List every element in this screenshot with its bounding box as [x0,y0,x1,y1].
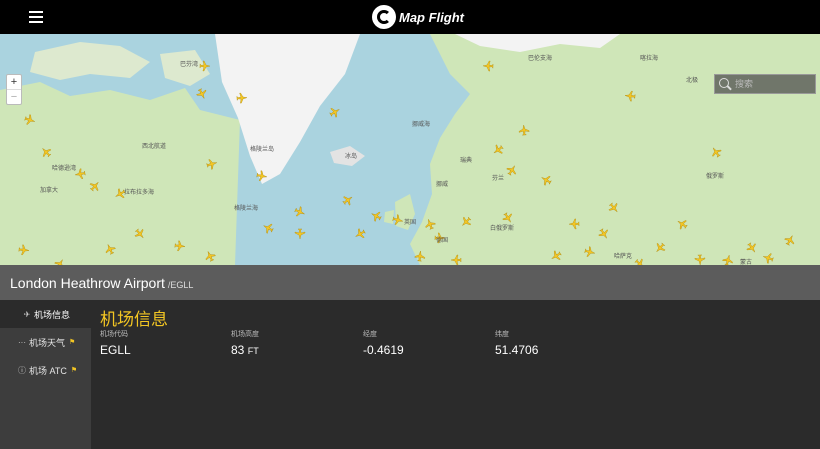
field-label: 纬度 [495,331,509,338]
app-title: Map Flight [399,9,464,25]
map-search-box[interactable] [714,74,816,94]
search-input[interactable] [733,76,811,92]
aircraft-marker-icon[interactable] [195,87,208,100]
flight-map[interactable]: 巴芬湾 格陵兰岛 冰岛 挪威海 格陵兰海 西北航道 加拿大 哈德逊湾 拉布拉多海… [0,34,820,265]
plane-icon: ✈ [23,309,31,319]
search-icon[interactable] [717,76,733,92]
field-label: 机场代码 [100,331,128,338]
field-latitude: 纬度 51.4706 [495,329,538,357]
section-title: 机场信息 [100,310,168,329]
map-label: 英国 [404,218,416,226]
field-value: 83 FT [231,343,259,357]
field-elevation: 机场高度 83 FT [231,329,259,357]
airport-code: EGLL [170,280,194,290]
aircraft-marker-icon[interactable] [353,227,367,241]
app-logo[interactable]: Map Flight [372,4,464,30]
map-label: 巴伦支海 [528,54,552,62]
field-label: 经度 [363,331,377,338]
logo-mark-icon [372,5,396,29]
aircraft-marker-icon[interactable] [328,105,342,119]
map-label: 冰岛 [345,152,357,160]
field-value: -0.4619 [363,343,404,357]
sidebar-item-label: 机场天气 [29,337,66,348]
map-label: 哈萨克 [614,252,632,260]
field-value: 51.4706 [495,343,539,357]
sidebar-item-airport-weather[interactable]: ··· 机场天气 ⚑ [0,328,91,356]
map-label: 德国 [436,236,448,244]
sidebar-item-label: 机场信息 [34,309,71,320]
zoom-in-button[interactable]: + [7,75,21,89]
field-airport-code: 机场代码 EGLL [100,329,131,357]
field-value: EGLL [100,343,131,357]
map-label: 挪威海 [412,120,430,128]
map-label: 白俄罗斯 [490,224,514,232]
sidebar-item-airport-atc[interactable]: ⓘ 机场 ATC ⚑ [0,356,91,384]
aircraft-marker-icon[interactable] [261,221,275,235]
map-label: 北极 [686,76,698,84]
airport-name: London Heathrow Airport/EGLL [10,275,193,291]
land-masses [0,34,820,265]
map-label: 西北航道 [142,142,166,150]
zoom-out-button[interactable]: − [7,89,21,104]
map-canvas: 巴芬湾 格陵兰岛 冰岛 挪威海 格陵兰海 西北航道 加拿大 哈德逊湾 拉布拉多海… [0,34,820,265]
sidebar-item-airport-info[interactable]: ✈ 机场信息 [0,300,91,328]
map-label: 芬兰 [492,174,504,182]
map-label: 瑞典 [460,156,472,164]
airport-name-text: London Heathrow Airport [10,275,165,291]
aircraft-marker-icon[interactable] [293,205,306,218]
aircraft-marker-icon[interactable] [294,228,306,240]
zoom-control: + − [6,74,22,105]
airport-header: London Heathrow Airport/EGLL [0,265,820,300]
flag-icon: ⚑ [69,339,76,346]
field-longitude: 经度 -0.4619 [363,329,404,357]
airport-sidebar: ✈ 机场信息 ··· 机场天气 ⚑ ⓘ 机场 ATC ⚑ [0,300,91,449]
top-bar: Map Flight [0,0,820,34]
aircraft-marker-icon[interactable] [369,209,383,223]
map-label: 蒙古 [740,258,752,265]
hamburger-menu-icon[interactable] [29,11,43,23]
field-label: 机场高度 [231,331,259,338]
flag-icon: ⚑ [70,367,78,374]
weather-icon: ··· [18,337,26,347]
map-label: 哈德逊湾 [52,164,76,172]
map-label: 俄罗斯 [706,172,724,180]
aircraft-marker-icon[interactable] [341,193,355,207]
map-label: 喀拉海 [640,54,658,62]
sidebar-item-label: 机场 ATC [29,365,67,376]
map-label: 加拿大 [40,186,58,194]
map-label: 巴芬湾 [180,60,198,68]
map-label: 拉布拉多海 [124,188,154,196]
info-icon: ⓘ [18,365,26,375]
map-label: 挪威 [436,180,448,188]
map-label: 格陵兰岛 [250,145,274,153]
map-label: 格陵兰海 [234,204,258,212]
airport-info-panel: 机场信息 机场代码 EGLL 机场高度 83 FT 经度 -0.4619 纬度 … [91,300,820,449]
